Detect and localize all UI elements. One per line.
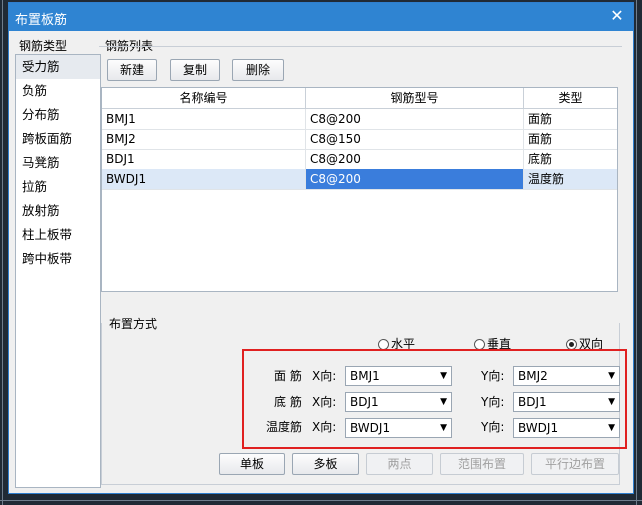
- top-rebar-label: 面 筋: [274, 369, 302, 383]
- select-value: BDJ1: [350, 395, 379, 409]
- chevron-down-icon: ▼: [440, 397, 447, 407]
- table-row[interactable]: BDJ1 C8@200 底筋: [102, 149, 617, 170]
- cell-spec: C8@150: [306, 129, 524, 149]
- chevron-down-icon: ▼: [440, 371, 447, 381]
- rebar-type-item[interactable]: 受力筋: [16, 55, 100, 79]
- cell-name: BWDJ1: [102, 169, 306, 189]
- cell-type: 面筋: [528, 112, 553, 126]
- cad-line: [0, 500, 642, 501]
- cell-name: BMJ2: [102, 129, 306, 149]
- copy-button[interactable]: 复制: [170, 59, 220, 81]
- select-value: BMJ1: [350, 369, 380, 383]
- temperature-rebar-label: 温度筋: [266, 420, 303, 434]
- top-rebar-x-select[interactable]: BMJ1 ▼: [345, 366, 452, 386]
- select-value: BWDJ1: [350, 421, 391, 435]
- temperature-rebar-x-select[interactable]: BWDJ1 ▼: [345, 418, 452, 438]
- select-value: BMJ2: [518, 369, 548, 383]
- parallel-edge-layout-button[interactable]: 平行边布置: [531, 453, 619, 475]
- select-value: BWDJ1: [518, 421, 559, 435]
- chevron-down-icon: ▼: [608, 397, 615, 407]
- rebar-type-item[interactable]: 柱上板带: [16, 223, 100, 247]
- top-rebar-y-select[interactable]: BMJ2 ▼: [513, 366, 620, 386]
- table-row-selected[interactable]: BWDJ1 C8@200 温度筋: [102, 169, 617, 190]
- two-point-button[interactable]: 两点: [366, 453, 433, 475]
- dialog-title: 布置板筋: [15, 13, 68, 28]
- bottom-rebar-y-select[interactable]: BDJ1 ▼: [513, 392, 620, 412]
- cell-name: BMJ1: [102, 109, 306, 129]
- multi-slab-button[interactable]: 多板: [292, 453, 359, 475]
- chevron-down-icon: ▼: [608, 423, 615, 433]
- chevron-down-icon: ▼: [608, 371, 615, 381]
- rebar-type-list: 受力筋 负筋 分布筋 跨板面筋 马凳筋 拉筋 放射筋 柱上板带 跨中板带: [15, 54, 101, 488]
- range-layout-button[interactable]: 范围布置: [440, 453, 524, 475]
- rebar-type-item[interactable]: 跨中板带: [16, 247, 100, 271]
- rebar-type-item[interactable]: 放射筋: [16, 199, 100, 223]
- cell-name: BDJ1: [102, 149, 306, 169]
- chevron-down-icon: ▼: [440, 423, 447, 433]
- bottom-rebar-label: 底 筋: [274, 395, 302, 409]
- table-row[interactable]: BMJ1 C8@200 面筋: [102, 109, 617, 130]
- delete-button[interactable]: 删除: [232, 59, 284, 81]
- y-direction-label: Y向:: [481, 395, 505, 409]
- x-direction-label: X向:: [312, 369, 337, 383]
- cell-type: 温度筋: [528, 172, 565, 186]
- rebar-table: 名称编号 钢筋型号 类型 BMJ1 C8@200 面筋 BMJ2 C8@150 …: [101, 87, 618, 292]
- title-bar: 布置板筋 ✕: [9, 3, 633, 31]
- arrange-slab-rebar-dialog: 布置板筋 ✕ 钢筋类型 受力筋 负筋 分布筋 跨板面筋 马凳筋 拉筋 放射筋 柱…: [8, 2, 634, 494]
- cell-type: 面筋: [528, 132, 553, 146]
- cad-line: [2, 0, 3, 505]
- cad-line: [636, 0, 637, 505]
- single-slab-button[interactable]: 单板: [219, 453, 285, 475]
- x-direction-label: X向:: [312, 395, 337, 409]
- rebar-type-item[interactable]: 分布筋: [16, 103, 100, 127]
- column-header-spec[interactable]: 钢筋型号: [306, 88, 524, 108]
- y-direction-label: Y向:: [481, 369, 505, 383]
- rebar-type-label: 钢筋类型: [19, 39, 68, 53]
- cell-type: 底筋: [528, 152, 553, 166]
- y-direction-label: Y向:: [481, 420, 505, 434]
- close-icon[interactable]: ✕: [607, 6, 627, 26]
- rebar-type-item[interactable]: 拉筋: [16, 175, 100, 199]
- temperature-rebar-y-select[interactable]: BWDJ1 ▼: [513, 418, 620, 438]
- new-button[interactable]: 新建: [107, 59, 157, 81]
- bottom-rebar-x-select[interactable]: BDJ1 ▼: [345, 392, 452, 412]
- x-direction-label: X向:: [312, 420, 337, 434]
- cell-spec: C8@200: [306, 149, 524, 169]
- table-row[interactable]: BMJ2 C8@150 面筋: [102, 129, 617, 150]
- cell-spec-editing[interactable]: C8@200: [306, 169, 524, 189]
- column-header-name[interactable]: 名称编号: [102, 88, 306, 108]
- rebar-type-item[interactable]: 负筋: [16, 79, 100, 103]
- rebar-type-item[interactable]: 跨板面筋: [16, 127, 100, 151]
- table-header: 名称编号 钢筋型号 类型: [102, 88, 617, 109]
- rebar-type-item[interactable]: 马凳筋: [16, 151, 100, 175]
- select-value: BDJ1: [518, 395, 547, 409]
- column-header-type[interactable]: 类型: [524, 88, 617, 108]
- cell-spec: C8@200: [306, 109, 524, 129]
